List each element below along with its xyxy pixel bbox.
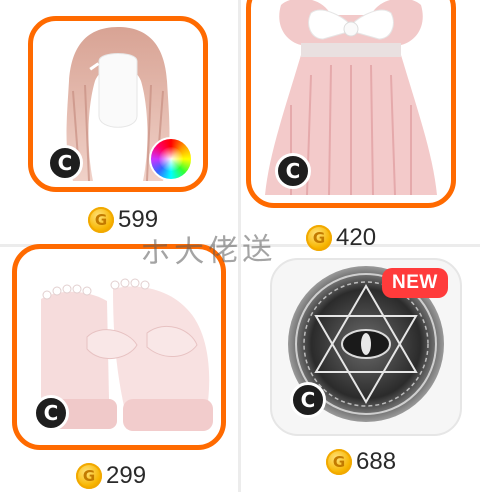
coin-icon: G bbox=[306, 225, 332, 251]
color-wheel-icon[interactable] bbox=[149, 137, 193, 181]
item-thumbnail-magic-circle[interactable]: NEW C bbox=[270, 258, 462, 436]
price-value: 688 bbox=[356, 448, 397, 475]
new-badge: NEW bbox=[382, 268, 448, 298]
price-shoes: G 299 bbox=[76, 462, 146, 490]
coin-icon: G bbox=[88, 207, 114, 233]
c-icon: C bbox=[47, 145, 83, 181]
c-icon: C bbox=[275, 153, 311, 189]
item-thumbnail-dress[interactable]: C bbox=[246, 0, 456, 208]
price-value: 420 bbox=[336, 224, 377, 251]
price-dress: G 420 bbox=[306, 224, 376, 252]
price-hair: G 599 bbox=[88, 206, 158, 234]
item-thumbnail-shoes[interactable]: C bbox=[12, 244, 226, 450]
item-thumbnail-hair[interactable]: C bbox=[28, 16, 208, 192]
coin-icon: G bbox=[326, 449, 352, 475]
coin-icon: G bbox=[76, 463, 102, 489]
price-value: 599 bbox=[118, 206, 159, 233]
price-magic-circle: G 688 bbox=[326, 448, 396, 476]
c-icon: C bbox=[33, 395, 69, 431]
price-value: 299 bbox=[106, 462, 147, 489]
c-icon: C bbox=[290, 382, 326, 418]
